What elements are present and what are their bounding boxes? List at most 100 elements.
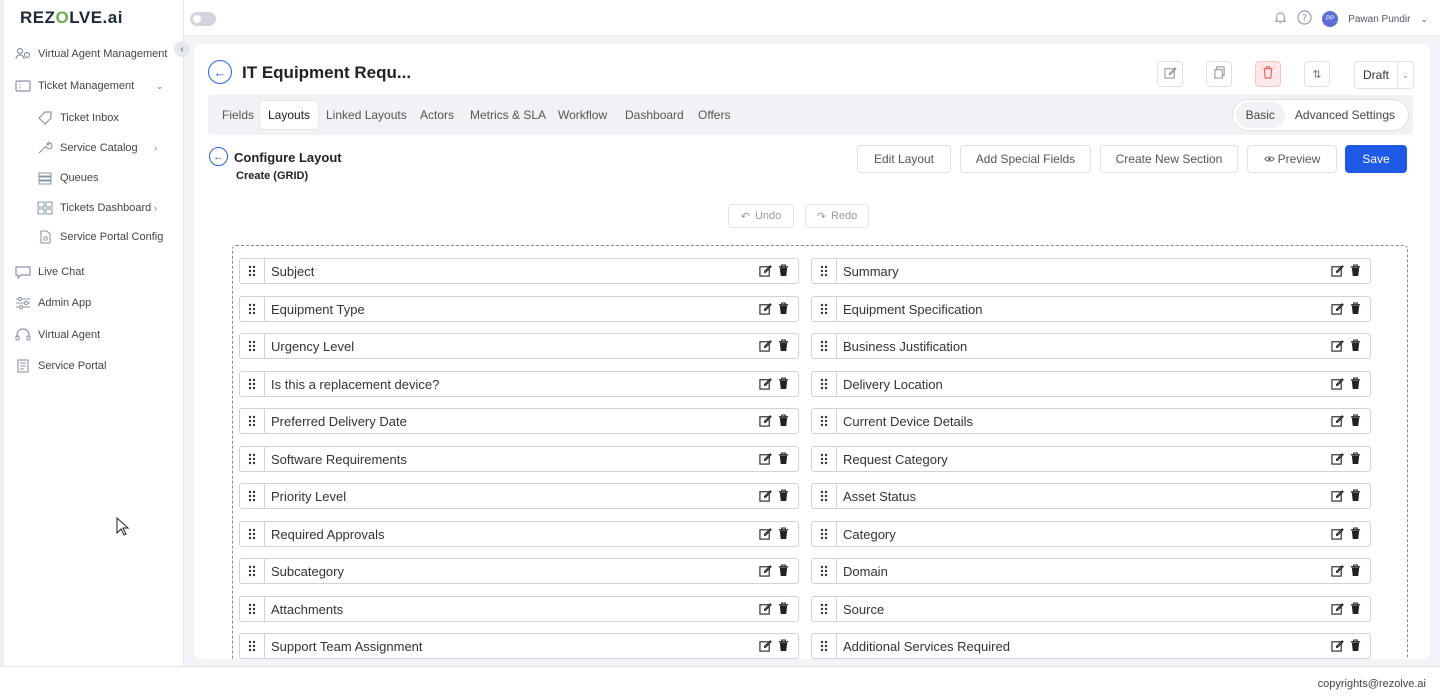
trash-icon[interactable] [778,452,792,466]
drag-handle-icon[interactable] [240,259,265,283]
trash-icon[interactable] [778,639,792,653]
edit-icon[interactable] [759,414,773,428]
sidebar-item-tickets-dashboard[interactable]: Tickets Dashboard [36,200,151,216]
drag-handle-icon[interactable] [240,559,265,583]
field-row[interactable]: Subcategory [239,558,799,584]
field-row[interactable]: Urgency Level [239,333,799,359]
field-row[interactable]: Required Approvals [239,521,799,547]
field-row[interactable]: Domain [811,558,1371,584]
trash-icon[interactable] [778,489,792,503]
drag-handle-icon[interactable] [240,447,265,471]
create-new-section-button[interactable]: Create New Section [1100,145,1238,173]
user-name[interactable]: Pawan Pundir [1348,14,1410,25]
avatar[interactable]: PP [1322,11,1339,27]
trash-icon[interactable] [1350,264,1364,278]
field-row[interactable]: Attachments [239,596,799,622]
sidebar-item-virtual-agent-management[interactable]: Virtual Agent Management [14,46,167,62]
trash-icon[interactable] [778,602,792,616]
field-row[interactable]: Equipment Specification [811,296,1371,322]
trash-icon[interactable] [778,377,792,391]
drag-handle-icon[interactable] [812,259,837,283]
drag-handle-icon[interactable] [812,409,837,433]
edit-icon[interactable] [759,639,773,653]
field-row[interactable]: Priority Level [239,483,799,509]
trash-icon[interactable] [1350,339,1364,353]
drag-handle-icon[interactable] [240,634,265,658]
chevron-down-icon[interactable]: ⌄ [156,81,164,92]
trash-icon[interactable] [778,339,792,353]
sidebar-item-virtual-agent[interactable]: Virtual Agent [14,327,100,343]
trash-icon[interactable] [1350,414,1364,428]
delete-button[interactable] [1255,61,1281,87]
trash-icon[interactable] [1350,602,1364,616]
tab-offers[interactable]: Offers [690,101,738,129]
trash-icon[interactable] [778,564,792,578]
edit-icon[interactable] [1331,264,1345,278]
tab-workflow[interactable]: Workflow [550,101,615,129]
field-row[interactable]: Asset Status [811,483,1371,509]
drag-handle-icon[interactable] [812,447,837,471]
tab-linked-layouts[interactable]: Linked Layouts [318,101,415,129]
edit-layout-button[interactable]: Edit Layout [857,145,951,173]
edit-icon[interactable] [1331,527,1345,541]
drag-handle-icon[interactable] [240,597,265,621]
field-row[interactable]: Software Requirements [239,446,799,472]
redo-button[interactable]: ↷ Redo [805,204,869,228]
field-row[interactable]: Equipment Type [239,296,799,322]
field-row[interactable]: Support Team Assignment [239,633,799,659]
sidebar-collapse-button[interactable]: ‹ [174,41,190,57]
back-arrow-icon[interactable]: ← [209,147,228,166]
drag-handle-icon[interactable] [812,334,837,358]
edit-icon[interactable] [759,264,773,278]
tab-fields[interactable]: Fields [214,101,262,129]
drag-handle-icon[interactable] [240,409,265,433]
trash-icon[interactable] [778,414,792,428]
drag-handle-icon[interactable] [240,522,265,546]
back-arrow-icon[interactable]: ← [208,60,232,84]
edit-icon[interactable] [1331,564,1345,578]
field-row[interactable]: Additional Services Required [811,633,1371,659]
field-row[interactable]: Current Device Details [811,408,1371,434]
drag-handle-icon[interactable] [812,372,837,396]
edit-icon[interactable] [1331,302,1345,316]
sidebar-item-queues[interactable]: Queues [36,170,99,186]
edit-icon[interactable] [759,602,773,616]
drag-handle-icon[interactable] [812,297,837,321]
drag-handle-icon[interactable] [812,522,837,546]
sidebar-item-service-portal[interactable]: Service Portal [14,358,106,374]
sidebar-item-ticket-inbox[interactable]: Ticket Inbox [36,110,119,126]
basic-settings-option[interactable]: Basic [1235,102,1285,128]
undo-button[interactable]: ↶ Undo [728,204,794,228]
drag-handle-icon[interactable] [240,484,265,508]
edit-icon[interactable] [1331,414,1345,428]
edit-button[interactable] [1157,61,1183,87]
edit-icon[interactable] [1331,489,1345,503]
trash-icon[interactable] [1350,564,1364,578]
field-row[interactable]: Delivery Location [811,371,1371,397]
field-row[interactable]: Preferred Delivery Date [239,408,799,434]
trash-icon[interactable] [778,302,792,316]
edit-icon[interactable] [759,452,773,466]
chevron-right-icon[interactable]: › [154,143,157,153]
trash-icon[interactable] [1350,452,1364,466]
edit-icon[interactable] [1331,377,1345,391]
trash-icon[interactable] [1350,302,1364,316]
tab-layouts[interactable]: Layouts [260,101,319,129]
trash-icon[interactable] [1350,489,1364,503]
field-row[interactable]: Source [811,596,1371,622]
status-dropdown[interactable]: Draft ⌄ [1354,61,1414,89]
edit-icon[interactable] [1331,639,1345,653]
tab-actors[interactable]: Actors [412,101,462,129]
edit-icon[interactable] [759,377,773,391]
drag-handle-icon[interactable] [812,597,837,621]
edit-icon[interactable] [1331,452,1345,466]
edit-icon[interactable] [759,302,773,316]
sidebar-item-service-catalog[interactable]: Service Catalog [36,140,138,156]
edit-icon[interactable] [759,527,773,541]
trash-icon[interactable] [778,527,792,541]
drag-handle-icon[interactable] [240,297,265,321]
drag-handle-icon[interactable] [812,559,837,583]
field-row[interactable]: Business Justification [811,333,1371,359]
sidebar-item-service-portal-config[interactable]: Service Portal Config [36,229,163,245]
edit-icon[interactable] [759,564,773,578]
